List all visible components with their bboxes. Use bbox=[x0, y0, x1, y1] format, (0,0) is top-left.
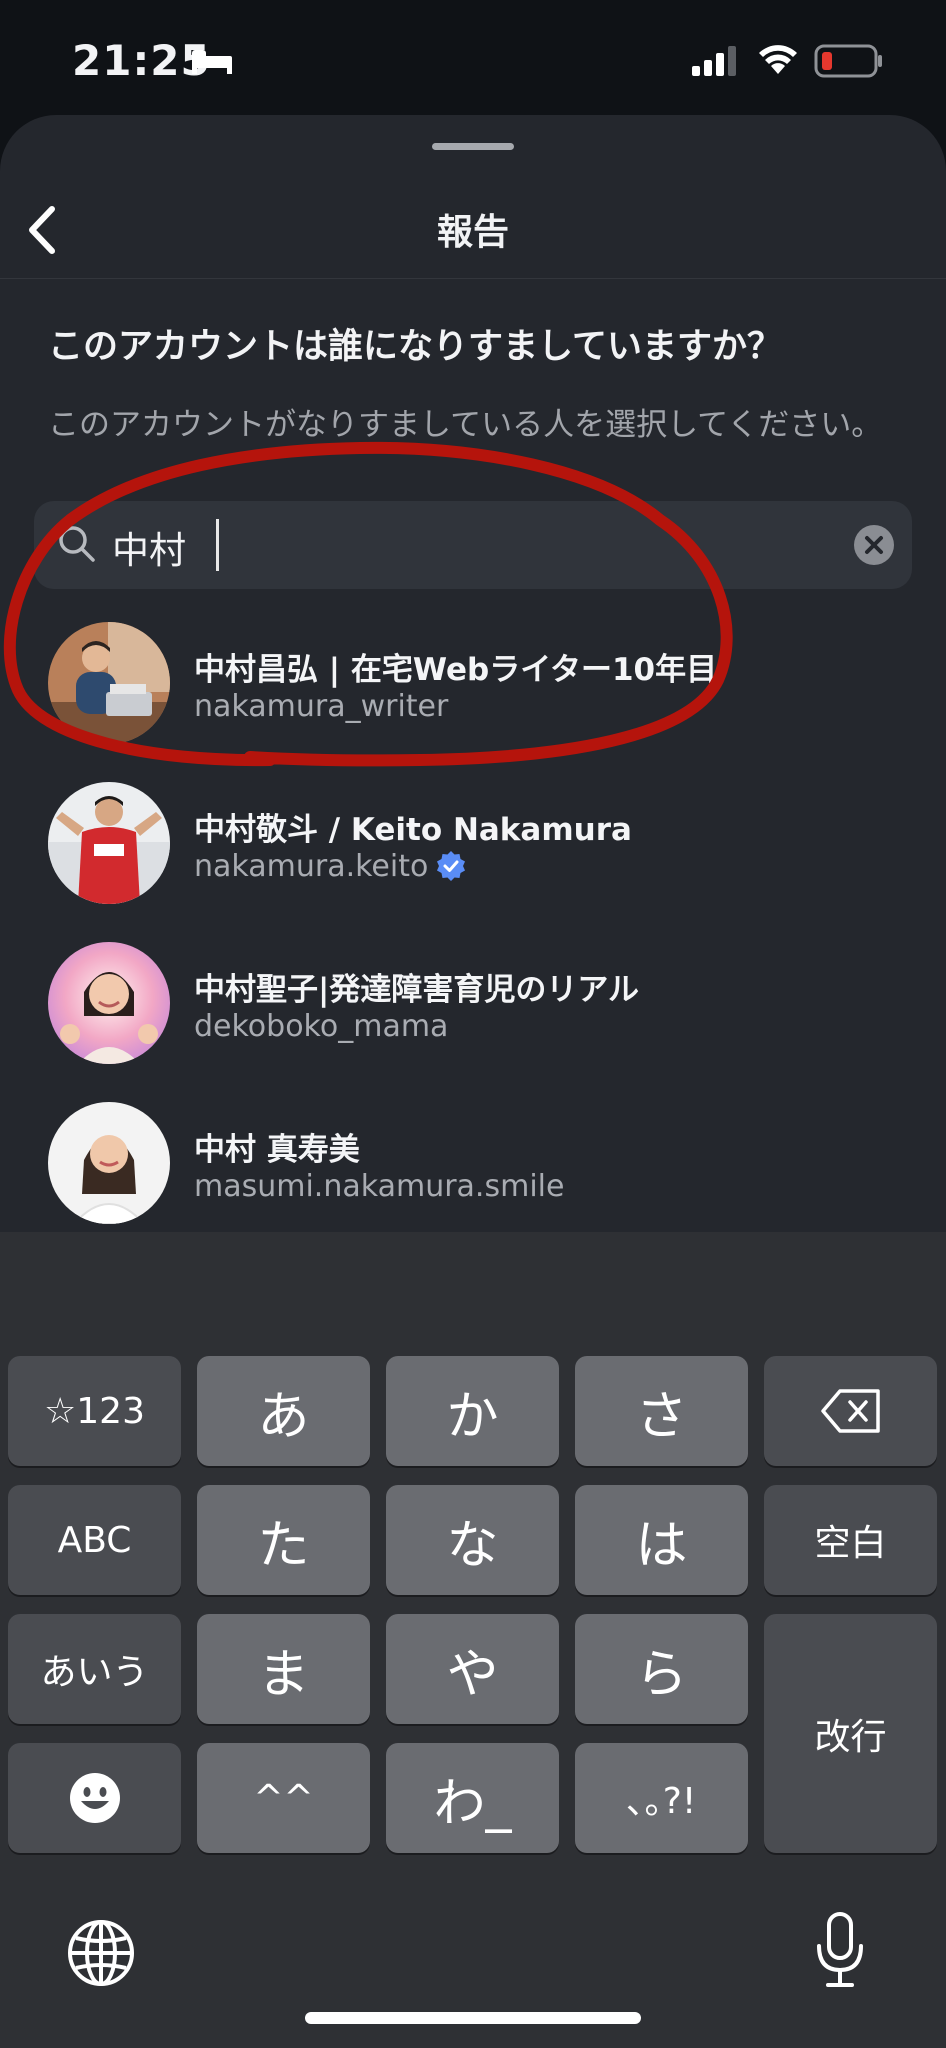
wifi-icon bbox=[759, 45, 797, 74]
abc-key[interactable]: ABC bbox=[8, 1485, 181, 1595]
result-username: masumi.nakamura.smile bbox=[194, 1169, 565, 1204]
japanese-kana-keyboard: ☆123 あ か さ ABC た な は 空白 あいう ま や ら 改行 ^^ … bbox=[0, 1232, 946, 2048]
sleep-mode-icon bbox=[192, 50, 232, 74]
return-key[interactable]: 改行 bbox=[764, 1614, 937, 1853]
avatar bbox=[48, 782, 170, 904]
avatar bbox=[48, 1102, 170, 1224]
result-display-name: 中村敬斗 / Keito Nakamura bbox=[194, 812, 632, 848]
numbers-symbols-key[interactable]: ☆123 bbox=[8, 1356, 181, 1466]
search-result-item[interactable]: 中村聖子|発達障害育児のリアル dekoboko_mama bbox=[0, 926, 946, 1076]
delete-key[interactable] bbox=[764, 1356, 937, 1466]
impersonation-instruction: このアカウントがなりすましている人を選択してください。 bbox=[48, 407, 883, 443]
battery-low-icon bbox=[814, 44, 882, 78]
space-key[interactable]: 空白 bbox=[764, 1485, 937, 1595]
result-display-name: 中村 真寿美 bbox=[194, 1132, 360, 1168]
home-indicator[interactable] bbox=[305, 2012, 641, 2024]
cellular-signal-icon bbox=[692, 46, 736, 76]
key-punctuation[interactable]: ､｡?! bbox=[575, 1743, 748, 1853]
report-sheet: 報告 このアカウントは誰になりすましていますか？ このアカウントがなりすましてい… bbox=[0, 115, 946, 1235]
clear-search-button[interactable] bbox=[854, 525, 894, 565]
result-username: nakamura_writer bbox=[194, 689, 449, 724]
key-na[interactable]: な bbox=[386, 1485, 559, 1595]
key-ra[interactable]: ら bbox=[575, 1614, 748, 1724]
key-ya[interactable]: や bbox=[386, 1614, 559, 1724]
key-emoticon[interactable]: ^^ bbox=[197, 1743, 370, 1853]
impersonation-question: このアカウントは誰になりすましていますか？ bbox=[48, 327, 782, 367]
status-bar: 21:25 bbox=[0, 0, 946, 120]
emoji-key[interactable] bbox=[8, 1743, 181, 1853]
search-input[interactable]: 中村 bbox=[112, 520, 186, 574]
kana-mode-key[interactable]: あいう bbox=[8, 1614, 181, 1724]
result-display-name: 中村昌弘 | 在宅Webライター10年目 bbox=[194, 652, 718, 688]
page-title: 報告 bbox=[436, 212, 509, 253]
key-ha[interactable]: は bbox=[575, 1485, 748, 1595]
verified-badge-icon bbox=[437, 851, 466, 881]
key-ma[interactable]: ま bbox=[197, 1614, 370, 1724]
key-ka[interactable]: か bbox=[386, 1356, 559, 1466]
sheet-grabber[interactable] bbox=[432, 143, 514, 150]
clear-x-icon bbox=[865, 536, 883, 554]
search-field[interactable]: 中村 bbox=[34, 501, 912, 589]
microphone-icon[interactable] bbox=[812, 1910, 868, 1990]
key-wa[interactable]: わ_ bbox=[386, 1743, 559, 1853]
key-ta[interactable]: た bbox=[197, 1485, 370, 1595]
result-username: nakamura.keito bbox=[194, 849, 466, 884]
search-result-item[interactable]: 中村敬斗 / Keito Nakamura nakamura.keito bbox=[0, 766, 946, 916]
search-result-item[interactable]: 中村 真寿美 masumi.nakamura.smile bbox=[0, 1086, 946, 1236]
text-caret bbox=[216, 519, 219, 571]
emoji-icon bbox=[69, 1773, 120, 1823]
search-icon bbox=[59, 526, 95, 562]
avatar bbox=[48, 622, 170, 744]
key-a[interactable]: あ bbox=[197, 1356, 370, 1466]
result-display-name: 中村聖子|発達障害育児のリアル bbox=[194, 972, 640, 1008]
backspace-icon bbox=[820, 1389, 880, 1433]
avatar bbox=[48, 942, 170, 1064]
search-result-item[interactable]: 中村昌弘 | 在宅Webライター10年目 nakamura_writer bbox=[0, 606, 946, 756]
result-username: dekoboko_mama bbox=[194, 1009, 449, 1044]
key-sa[interactable]: さ bbox=[575, 1356, 748, 1466]
globe-icon[interactable] bbox=[66, 1918, 136, 1988]
header-divider bbox=[0, 278, 946, 279]
